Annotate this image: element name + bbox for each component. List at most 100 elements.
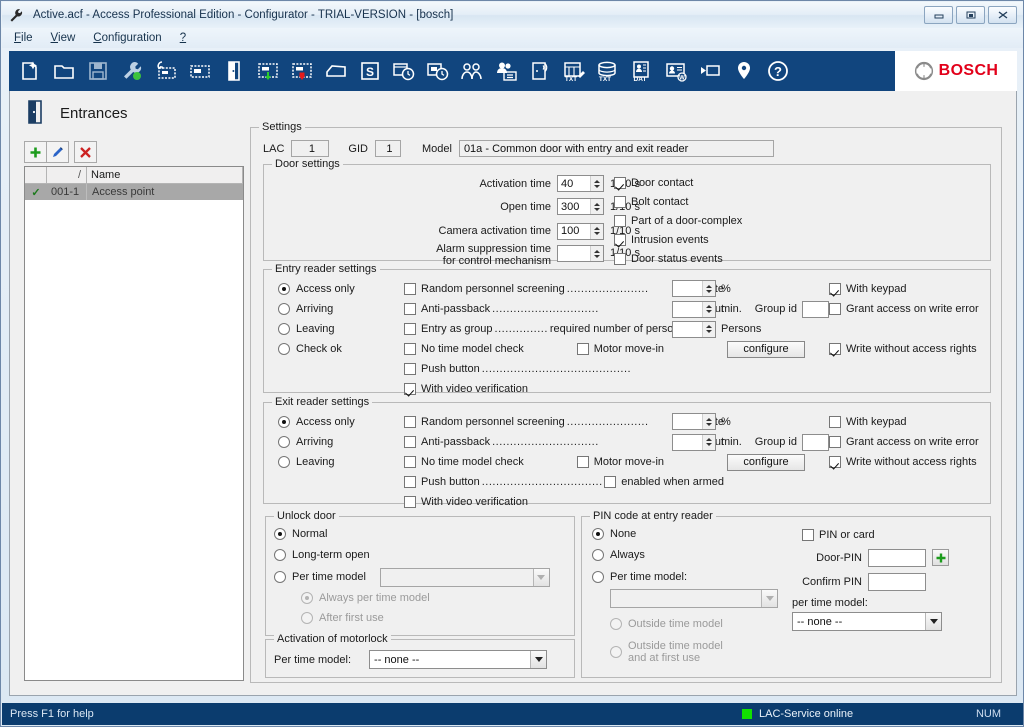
unlock-time-model-combo[interactable] (379, 567, 550, 587)
unlock-normal-option[interactable]: Normal (274, 524, 550, 544)
entry-mode-arriving[interactable]: Arriving (278, 299, 355, 319)
door-status-events-checkbox[interactable]: Door status events (614, 249, 742, 268)
exit-enabled-when-armed-checkbox[interactable] (604, 476, 617, 488)
exit-rate-spinner[interactable] (672, 413, 716, 430)
entry-as-group-checkbox[interactable] (404, 323, 416, 335)
lac-field[interactable]: 1 (291, 140, 330, 157)
entry-grant-access-write-error-checkbox[interactable]: Grant access on write error (829, 299, 979, 319)
column-header-check[interactable] (25, 167, 47, 183)
entry-rate-stepper[interactable] (702, 281, 715, 296)
pin-per-time-model-option[interactable]: Per time model: (592, 566, 778, 587)
pin-outside-time-model-first-use-option[interactable]: Outside time model and at first use (610, 640, 778, 664)
pin-time-model-combo[interactable] (610, 589, 778, 608)
exit-rate-stepper[interactable] (702, 414, 715, 429)
data-export-icon[interactable]: DAT (625, 53, 658, 89)
entry-timeout-spinner[interactable] (672, 300, 716, 318)
device-config-icon[interactable] (149, 53, 182, 89)
wireless-door-icon[interactable] (523, 53, 556, 89)
camera-activation-time-stepper[interactable] (590, 223, 603, 239)
location-pin-icon[interactable] (727, 53, 760, 89)
exit-mode-arriving[interactable]: Arriving (278, 432, 355, 452)
txt-export-icon[interactable]: TXT (591, 53, 624, 89)
model-field[interactable]: 01a - Common door with entry and exit re… (458, 140, 774, 157)
exit-mode-access-only[interactable]: Access only (278, 411, 355, 432)
minimize-button[interactable] (924, 6, 953, 24)
exit-mode-leaving[interactable]: Leaving (278, 452, 355, 472)
exit-write-without-access-rights-checkbox[interactable]: Write without access rights (829, 452, 979, 472)
help-icon[interactable]: ? (761, 53, 794, 89)
exit-video-verification-checkbox[interactable] (404, 496, 416, 508)
open-time-stepper[interactable] (590, 199, 603, 214)
entry-rate-spinner[interactable] (672, 280, 716, 297)
entrance-red-icon[interactable] (285, 53, 318, 89)
pin-none-option[interactable]: None (592, 524, 778, 544)
card-design-icon[interactable]: W (659, 53, 692, 89)
exit-timeout-stepper[interactable] (702, 434, 715, 450)
entrance-green-icon[interactable] (251, 53, 284, 89)
entry-persons-spinner[interactable] (672, 320, 716, 338)
entry-persons-stepper[interactable] (702, 321, 715, 337)
menu-help[interactable]: ? (180, 32, 186, 44)
delete-entrance-button[interactable] (74, 141, 97, 163)
exit-no-time-model-checkbox[interactable] (404, 456, 416, 468)
alarm-suppression-time-stepper[interactable] (590, 246, 603, 261)
exit-timeout-spinner[interactable] (672, 433, 716, 451)
close-button[interactable] (988, 6, 1017, 24)
exit-configure-button[interactable]: configure (727, 453, 805, 471)
pin-always-option[interactable]: Always (592, 544, 778, 566)
entry-anti-passback-checkbox[interactable] (404, 303, 416, 315)
menu-configuration[interactable]: Configuration (93, 32, 161, 44)
persons-icon[interactable] (455, 53, 488, 89)
confirm-pin-field[interactable] (868, 573, 926, 591)
list-item[interactable]: ✓ 001-1 Access point (25, 184, 243, 200)
entry-with-keypad-checkbox[interactable]: With keypad (829, 279, 979, 299)
activation-time-spinner[interactable]: 40 (557, 175, 604, 192)
save-icon[interactable] (81, 53, 114, 89)
pin-per-time-model-combo[interactable]: -- none -- (792, 612, 942, 631)
door-contact-checkbox[interactable]: Door contact (614, 174, 742, 192)
unlock-long-term-open-option[interactable]: Long-term open (274, 544, 550, 566)
entry-video-verification-checkbox[interactable] (404, 383, 416, 395)
wrench-green-icon[interactable] (115, 53, 148, 89)
entry-group-id-field[interactable] (801, 300, 829, 318)
schedule-s-icon[interactable]: S (353, 53, 386, 89)
pin-or-card-checkbox[interactable]: PIN or card (802, 525, 949, 545)
open-folder-icon[interactable] (47, 53, 80, 89)
entry-mode-leaving[interactable]: Leaving (278, 319, 355, 339)
door-pin-field[interactable] (868, 548, 926, 567)
exit-with-keypad-checkbox[interactable]: With keypad (829, 412, 979, 432)
bolt-contact-checkbox[interactable]: Bolt contact (614, 192, 742, 211)
edit-entrance-button[interactable] (46, 141, 69, 163)
alarm-suppression-time-spinner[interactable] (557, 245, 604, 262)
entry-timeout-stepper[interactable] (702, 301, 715, 317)
add-entrance-button[interactable] (24, 141, 47, 163)
motorlock-time-model-combo[interactable]: -- none -- (369, 650, 548, 669)
pin-outside-time-model-option[interactable]: Outside time model (610, 614, 778, 634)
intrusion-events-checkbox[interactable]: Intrusion events (614, 230, 742, 249)
camera-activation-time-spinner[interactable]: 100 (557, 222, 604, 240)
entry-push-button-checkbox[interactable] (404, 363, 416, 375)
activation-time-stepper[interactable] (590, 176, 603, 191)
entry-mode-check-ok[interactable]: Check ok (278, 339, 355, 359)
area-icon[interactable] (319, 53, 352, 89)
exit-push-button-checkbox[interactable] (404, 476, 416, 488)
menu-view[interactable]: View (51, 32, 76, 44)
entry-write-without-access-rights-checkbox[interactable]: Write without access rights (829, 339, 979, 359)
entry-no-time-model-checkbox[interactable] (404, 343, 416, 355)
gid-field[interactable]: 1 (374, 140, 401, 157)
time-model-icon[interactable] (387, 53, 420, 89)
day-model-icon[interactable] (421, 53, 454, 89)
open-time-spinner[interactable]: 300 (557, 198, 604, 215)
entry-motor-move-in-checkbox[interactable] (576, 343, 589, 355)
unlock-per-time-model-option[interactable]: Per time model (274, 566, 550, 588)
entry-random-screening-checkbox[interactable] (404, 282, 416, 295)
unlock-always-per-time-model-option[interactable]: Always per time model (301, 588, 550, 608)
part-of-door-complex-checkbox[interactable]: Part of a door-complex (614, 211, 742, 230)
exit-grant-access-write-error-checkbox[interactable]: Grant access on write error (829, 432, 979, 452)
entry-mode-access-only[interactable]: Access only (278, 278, 355, 299)
unlock-after-first-use-option[interactable]: After first use (301, 608, 550, 628)
door-icon[interactable] (217, 53, 250, 89)
video-device-icon[interactable] (693, 53, 726, 89)
entry-configure-button[interactable]: configure (727, 340, 805, 358)
exit-random-screening-checkbox[interactable] (404, 415, 416, 428)
